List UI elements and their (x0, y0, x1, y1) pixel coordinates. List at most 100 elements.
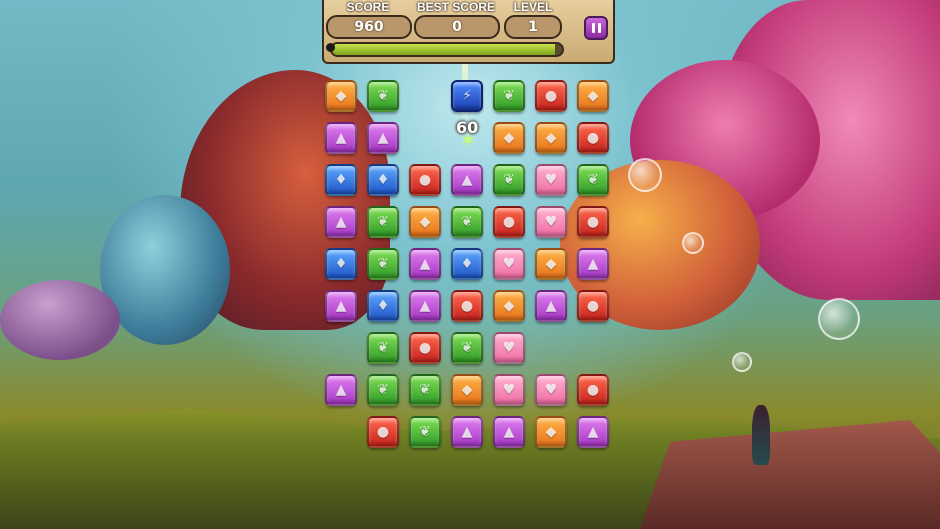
blue-tile[interactable]: ♦ (325, 248, 357, 280)
bubble (818, 298, 860, 340)
pink-tile[interactable]: ♥ (535, 164, 567, 196)
blue-tile[interactable]: ♦ (367, 164, 399, 196)
girl-figure (752, 405, 770, 465)
pink-tile[interactable]: ♥ (493, 332, 525, 364)
pink-tile[interactable]: ♥ (535, 374, 567, 406)
green-tile[interactable]: ❦ (451, 332, 483, 364)
green-tile[interactable]: ❦ (493, 164, 525, 196)
best-score-stat: BEST SCORE 0 (414, 0, 500, 39)
purple-tile[interactable]: ▲ (493, 416, 525, 448)
blue-tile[interactable]: ♦ (451, 248, 483, 280)
orange-gem-icon: ◆ (419, 214, 431, 230)
blue-tile[interactable]: ♦ (367, 290, 399, 322)
score-label: SCORE (346, 0, 390, 14)
red-gem-icon: ● (544, 88, 558, 104)
purple-tile[interactable]: ▲ (367, 122, 399, 154)
pink-gem-icon: ♥ (502, 382, 516, 398)
score-value: 960 (326, 15, 412, 39)
green-tile[interactable]: ❦ (409, 374, 441, 406)
pause-icon (591, 23, 595, 33)
orange-tile[interactable]: ◆ (451, 374, 483, 406)
purple-tile[interactable]: ▲ (409, 248, 441, 280)
orange-tile[interactable]: ◆ (493, 290, 525, 322)
orange-tile[interactable]: ◆ (535, 416, 567, 448)
bubble (732, 352, 752, 372)
blue-gem-icon: ♦ (334, 256, 348, 272)
best-score-value: 0 (414, 15, 500, 39)
orange-gem-icon: ◆ (503, 130, 515, 146)
red-tile[interactable]: ● (409, 164, 441, 196)
purple-tile[interactable]: ▲ (325, 374, 357, 406)
red-gem-icon: ● (586, 130, 600, 146)
bubble (682, 232, 704, 254)
pink-gem-icon: ♥ (544, 214, 558, 230)
orange-tile[interactable]: ◆ (409, 206, 441, 238)
red-tile[interactable]: ● (367, 416, 399, 448)
purple-tile[interactable]: ▲ (325, 290, 357, 322)
purple-gem-icon: ▲ (419, 298, 431, 314)
red-tile[interactable]: ● (577, 206, 609, 238)
purple-tile[interactable]: ▲ (325, 122, 357, 154)
blue-tile[interactable]: ♦ (325, 164, 357, 196)
green-tile[interactable]: ❦ (409, 416, 441, 448)
red-gem-icon: ● (502, 214, 516, 230)
pink-tile[interactable]: ♥ (493, 248, 525, 280)
purple-tile[interactable]: ▲ (409, 290, 441, 322)
orange-tile[interactable]: ◆ (493, 122, 525, 154)
green-gem-icon: ❦ (377, 88, 389, 104)
pause-button[interactable] (584, 16, 608, 40)
orange-tile[interactable]: ◆ (325, 80, 357, 112)
best-score-label: BEST SCORE (416, 0, 495, 14)
purple-tile[interactable]: ▲ (451, 164, 483, 196)
red-tile[interactable]: ● (577, 122, 609, 154)
orange-gem-icon: ◆ (335, 88, 347, 104)
red-tile[interactable]: ● (451, 290, 483, 322)
level-value: 1 (504, 15, 562, 39)
pink-tile[interactable]: ♥ (493, 374, 525, 406)
pink-tile[interactable]: ♥ (535, 206, 567, 238)
orange-tile[interactable]: ◆ (577, 80, 609, 112)
lightning-tile[interactable]: ⚡ (451, 80, 483, 112)
green-tile[interactable]: ❦ (493, 80, 525, 112)
purple-tile[interactable]: ▲ (577, 416, 609, 448)
red-tile[interactable]: ● (577, 374, 609, 406)
green-tile[interactable]: ❦ (367, 374, 399, 406)
pink-gem-icon: ♥ (544, 382, 558, 398)
green-tile[interactable]: ❦ (367, 332, 399, 364)
level-progress-bar (330, 42, 564, 57)
purple-gem-icon: ▲ (545, 298, 557, 314)
red-tile[interactable]: ● (535, 80, 567, 112)
pink-gem-icon: ♥ (544, 172, 558, 188)
green-gem-icon: ❦ (587, 172, 599, 188)
red-tile[interactable]: ● (577, 290, 609, 322)
purple-rock (0, 280, 120, 360)
purple-tile[interactable]: ▲ (577, 248, 609, 280)
green-tile[interactable]: ❦ (367, 206, 399, 238)
red-gem-icon: ● (586, 214, 600, 230)
red-tile[interactable]: ● (493, 206, 525, 238)
orange-tile[interactable]: ◆ (535, 122, 567, 154)
red-gem-icon: ● (418, 172, 432, 188)
purple-tile[interactable]: ▲ (535, 290, 567, 322)
purple-gem-icon: ▲ (377, 130, 389, 146)
purple-gem-icon: ▲ (419, 256, 431, 272)
green-gem-icon: ❦ (377, 214, 389, 230)
orange-tile[interactable]: ◆ (535, 248, 567, 280)
purple-tile[interactable]: ▲ (325, 206, 357, 238)
level-label: LEVEL (513, 0, 553, 14)
purple-gem-icon: ▲ (335, 298, 347, 314)
green-gem-icon: ❦ (377, 382, 389, 398)
green-tile[interactable]: ❦ (451, 206, 483, 238)
progress-marker (326, 43, 335, 52)
green-tile[interactable]: ❦ (577, 164, 609, 196)
orange-gem-icon: ◆ (461, 382, 473, 398)
purple-tile[interactable]: ▲ (451, 416, 483, 448)
green-gem-icon: ❦ (419, 424, 431, 440)
orange-gem-icon: ◆ (587, 88, 599, 104)
green-gem-icon: ❦ (461, 340, 473, 356)
purple-gem-icon: ▲ (335, 214, 347, 230)
red-tile[interactable]: ● (409, 332, 441, 364)
green-tile[interactable]: ❦ (367, 248, 399, 280)
green-tile[interactable]: ❦ (367, 80, 399, 112)
blue-gem-icon: ♦ (460, 256, 474, 272)
